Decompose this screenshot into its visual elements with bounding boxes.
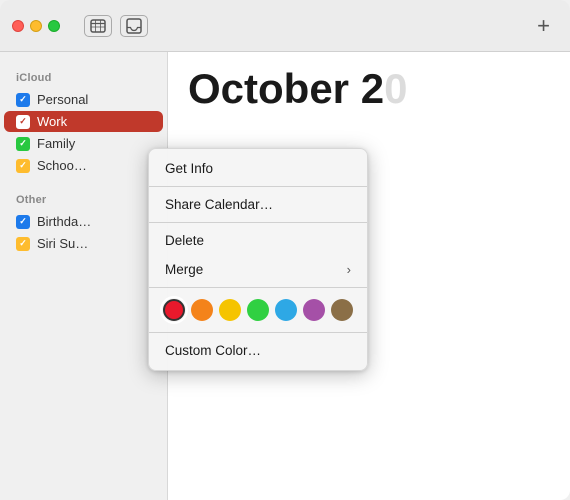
title-bar: + bbox=[0, 0, 570, 52]
color-swatch-blue[interactable] bbox=[275, 299, 297, 321]
context-menu-get-info[interactable]: Get Info bbox=[149, 154, 367, 183]
birthdays-label: Birthda… bbox=[37, 214, 91, 229]
icloud-section-label: iCloud bbox=[0, 64, 167, 88]
siri-label: Siri Su… bbox=[37, 236, 88, 251]
color-swatch-orange[interactable] bbox=[191, 299, 213, 321]
add-button[interactable]: + bbox=[529, 15, 558, 37]
app-window: + iCloud Personal Work Family bbox=[0, 0, 570, 500]
sidebar: iCloud Personal Work Family Schoo… Ot bbox=[0, 52, 168, 500]
calendar-grid-svg bbox=[90, 18, 106, 34]
color-swatch-green[interactable] bbox=[247, 299, 269, 321]
sidebar-item-family[interactable]: Family bbox=[4, 133, 163, 154]
color-swatches bbox=[149, 291, 367, 329]
calendar-grid-icon[interactable] bbox=[84, 15, 112, 37]
sidebar-item-personal[interactable]: Personal bbox=[4, 89, 163, 110]
separator-1 bbox=[149, 186, 367, 187]
maximize-button[interactable] bbox=[48, 20, 60, 32]
personal-checkbox[interactable] bbox=[16, 93, 30, 107]
work-label: Work bbox=[37, 114, 67, 129]
separator-2 bbox=[149, 222, 367, 223]
delete-label: Delete bbox=[165, 233, 204, 248]
birthdays-checkbox[interactable] bbox=[16, 215, 30, 229]
color-swatch-yellow[interactable] bbox=[219, 299, 241, 321]
traffic-lights bbox=[12, 20, 60, 32]
work-checkbox[interactable] bbox=[16, 115, 30, 129]
close-button[interactable] bbox=[12, 20, 24, 32]
context-menu-share-calendar[interactable]: Share Calendar… bbox=[149, 190, 367, 219]
personal-label: Personal bbox=[37, 92, 88, 107]
school-checkbox[interactable] bbox=[16, 159, 30, 173]
get-info-label: Get Info bbox=[165, 161, 213, 176]
other-section-label: Other bbox=[0, 186, 167, 210]
context-menu-custom-color[interactable]: Custom Color… bbox=[149, 336, 367, 365]
school-label: Schoo… bbox=[37, 158, 87, 173]
sidebar-item-siri[interactable]: Siri Su… bbox=[4, 233, 163, 254]
color-swatch-purple[interactable] bbox=[303, 299, 325, 321]
custom-color-label: Custom Color… bbox=[165, 343, 261, 358]
separator-4 bbox=[149, 332, 367, 333]
context-menu-delete[interactable]: Delete bbox=[149, 226, 367, 255]
sidebar-item-school[interactable]: Schoo… bbox=[4, 155, 163, 176]
color-swatch-brown[interactable] bbox=[331, 299, 353, 321]
inbox-svg bbox=[126, 18, 142, 34]
calendar-title: October 20 bbox=[188, 68, 550, 110]
sidebar-item-work[interactable]: Work bbox=[4, 111, 163, 132]
merge-chevron-icon: › bbox=[347, 262, 351, 277]
minimize-button[interactable] bbox=[30, 20, 42, 32]
family-label: Family bbox=[37, 136, 75, 151]
context-menu: Get Info Share Calendar… Delete Merge › bbox=[148, 148, 368, 371]
sidebar-item-birthdays[interactable]: Birthda… bbox=[4, 211, 163, 232]
family-checkbox[interactable] bbox=[16, 137, 30, 151]
share-calendar-label: Share Calendar… bbox=[165, 197, 273, 212]
color-swatch-red[interactable] bbox=[163, 299, 185, 321]
toolbar-icons bbox=[84, 15, 148, 37]
context-menu-merge[interactable]: Merge › bbox=[149, 255, 367, 284]
separator-3 bbox=[149, 287, 367, 288]
siri-checkbox[interactable] bbox=[16, 237, 30, 251]
inbox-icon[interactable] bbox=[120, 15, 148, 37]
merge-label: Merge bbox=[165, 262, 203, 277]
